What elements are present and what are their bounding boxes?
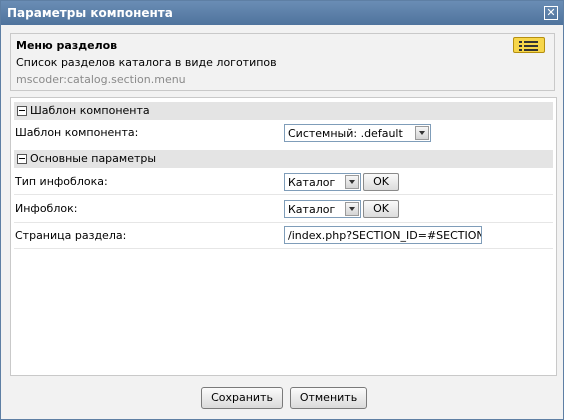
list-icon-bullet <box>519 49 522 51</box>
iblock-select[interactable]: Каталог <box>284 200 361 218</box>
section-url-value: /index.php?SECTION_ID=#SECTION_ID# <box>288 229 481 242</box>
template-select-value: Системный: .default <box>288 127 403 140</box>
row-divider <box>14 194 553 195</box>
chevron-down-icon <box>345 202 359 216</box>
group-header-template[interactable]: Шаблон компонента <box>14 102 553 120</box>
row-divider <box>14 222 553 223</box>
collapse-icon[interactable] <box>17 154 27 164</box>
list-icon-line <box>524 41 538 43</box>
group-header-main[interactable]: Основные параметры <box>14 150 553 168</box>
iblock-ok-button[interactable]: OK <box>363 200 399 218</box>
params-panel: Шаблон компонента Шаблон компонента: Сис… <box>10 97 557 376</box>
chevron-down-icon <box>415 126 429 140</box>
param-label-iblock: Инфоблок: <box>15 202 78 215</box>
save-button[interactable]: Сохранить <box>201 387 283 409</box>
template-select[interactable]: Системный: .default <box>284 124 431 142</box>
list-icon-line <box>524 45 538 47</box>
iblock-type-select-value: Каталог <box>288 176 336 189</box>
param-label-template: Шаблон компонента: <box>15 126 139 139</box>
dialog-titlebar[interactable]: Параметры компонента ✕ <box>1 1 563 25</box>
component-code: mscoder:catalog.section.menu <box>16 73 186 86</box>
list-icon-line <box>524 49 538 51</box>
component-params-dialog: Параметры компонента ✕ Меню разделов Спи… <box>0 0 564 420</box>
chevron-down-icon <box>345 175 359 189</box>
component-info-panel: Меню разделов Список разделов каталога в… <box>10 33 555 91</box>
group-label: Основные параметры <box>30 152 157 165</box>
dialog-title: Параметры компонента <box>7 6 173 20</box>
list-icon-bullet <box>519 41 522 43</box>
row-divider <box>14 248 553 249</box>
list-icon-bullet <box>519 45 522 47</box>
iblock-type-ok-button[interactable]: OK <box>363 173 399 191</box>
param-label-iblock-type: Тип инфоблока: <box>15 175 108 188</box>
component-description: Список разделов каталога в виде логотипо… <box>16 56 277 69</box>
section-url-input[interactable]: /index.php?SECTION_ID=#SECTION_ID# <box>284 226 482 244</box>
param-label-section-url: Страница раздела: <box>15 229 127 242</box>
group-label: Шаблон компонента <box>30 104 150 117</box>
iblock-select-value: Каталог <box>288 203 336 216</box>
component-name: Меню разделов <box>16 39 118 52</box>
collapse-icon[interactable] <box>17 106 27 116</box>
close-icon[interactable]: ✕ <box>544 6 558 20</box>
list-icon[interactable] <box>513 37 545 53</box>
cancel-button[interactable]: Отменить <box>290 387 367 409</box>
iblock-type-select[interactable]: Каталог <box>284 173 361 191</box>
